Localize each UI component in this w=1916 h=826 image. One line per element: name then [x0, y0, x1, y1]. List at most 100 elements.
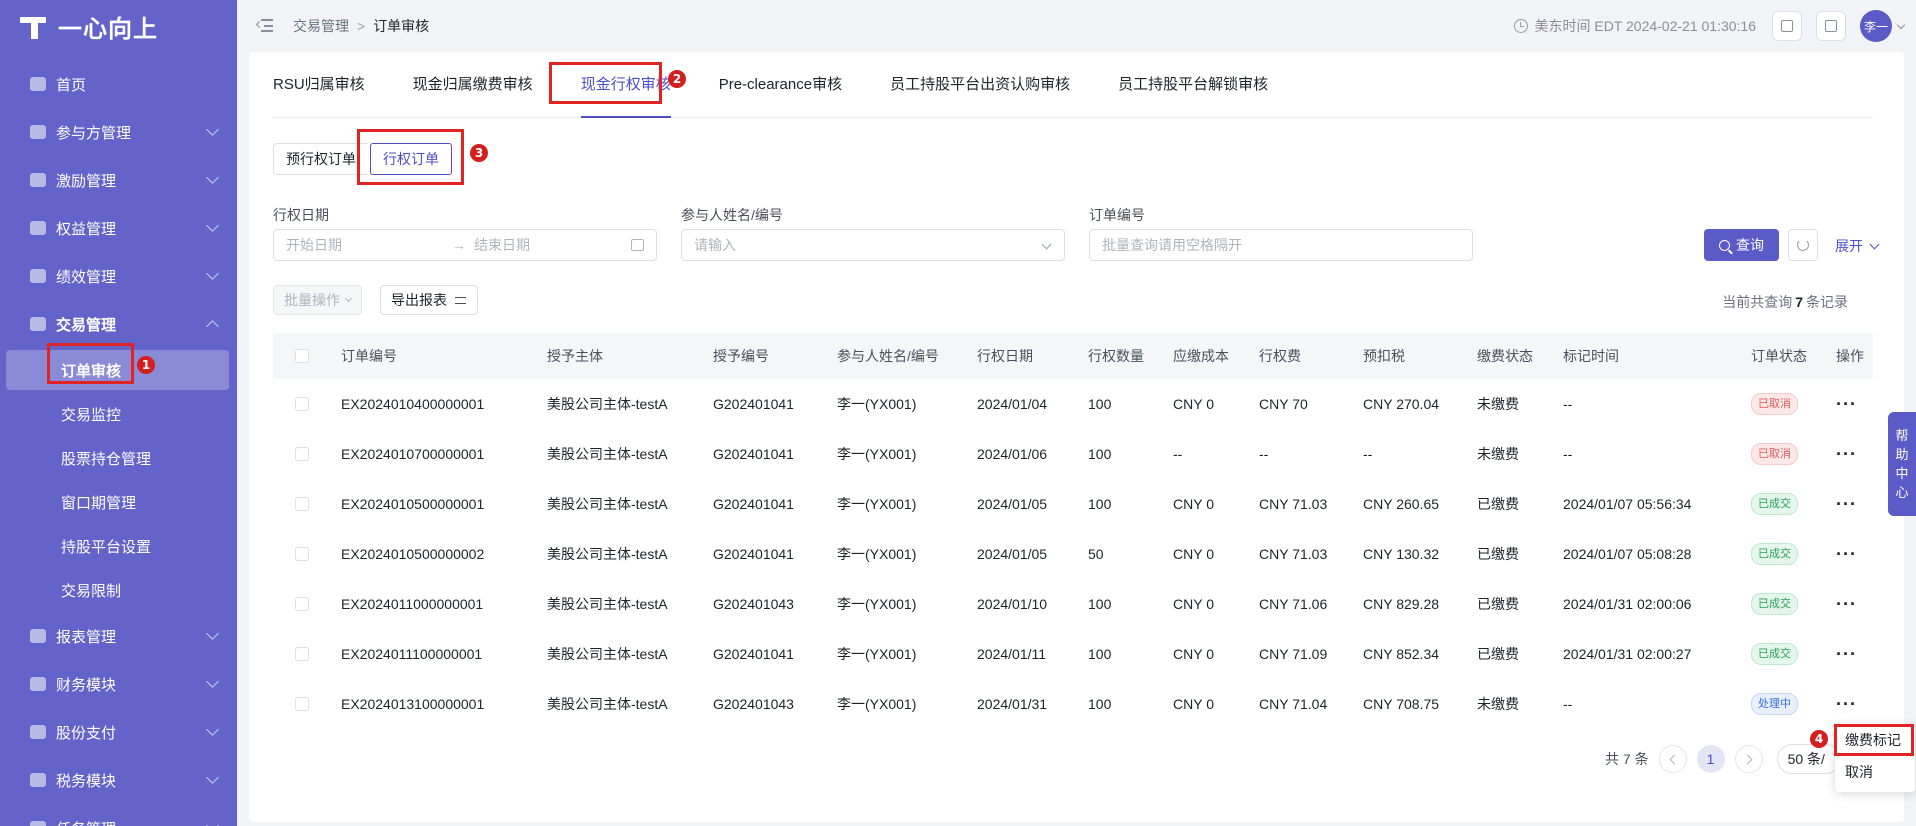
batch-label: 批量操作: [284, 292, 340, 308]
column-header: 标记时间: [1563, 348, 1619, 364]
orders-table: 订单编号 授予主体 授予编号 参与人姓名/编号 行权日期 行权数量 应缴成本 行…: [273, 333, 1873, 729]
chevron-down-icon: [1869, 239, 1880, 249]
table-cell: G202401041: [713, 546, 794, 562]
row-checkbox[interactable]: [295, 697, 309, 711]
sidebar-item-tax[interactable]: 税务模块: [0, 756, 237, 804]
query-button[interactable]: 查询: [1704, 229, 1779, 261]
column-header: 行权费: [1259, 348, 1301, 364]
more-actions-icon[interactable]: ···: [1836, 695, 1866, 713]
sidebar-subitem-window[interactable]: 窗口期管理: [0, 480, 237, 524]
help-center-tab[interactable]: 帮 助 中 心: [1888, 412, 1916, 516]
sidebar-item-label: 激励管理: [56, 172, 117, 190]
next-page-button[interactable]: [1734, 745, 1763, 773]
export-report-button[interactable]: 导出报表: [380, 285, 478, 315]
more-actions-icon[interactable]: ···: [1836, 495, 1866, 513]
home-icon: [28, 74, 48, 94]
status-badge: 已成交: [1751, 493, 1798, 515]
sidebar-subitem-platform[interactable]: 持股平台设置: [0, 524, 237, 568]
table-row: EX2024013100000001 美股公司主体-testA G202401043…: [273, 679, 1873, 729]
export-label: 导出报表: [391, 292, 447, 308]
more-actions-icon[interactable]: ···: [1836, 595, 1866, 613]
more-actions-icon[interactable]: ···: [1836, 445, 1866, 463]
table-cell: CNY 0: [1173, 696, 1214, 712]
page-size-select[interactable]: 50 条/页: [1776, 744, 1841, 774]
column-header: 行权日期: [977, 348, 1033, 364]
users-icon: [28, 122, 48, 142]
clipboard-icon: [1781, 20, 1793, 32]
table-cell: --: [1563, 396, 1573, 412]
batch-operation-button[interactable]: 批量操作: [273, 285, 362, 315]
order-number-input[interactable]: 批量查询请用空格隔开: [1089, 229, 1473, 261]
sidebar-item-home[interactable]: 首页: [0, 60, 237, 108]
query-label: 查询: [1736, 237, 1764, 253]
sidebar-item-label: 参与方管理: [56, 124, 132, 142]
column-header: 缴费状态: [1477, 348, 1533, 364]
collapse-menu-icon[interactable]: [255, 19, 273, 33]
pagination: 共 7 条 1 50 条/页: [1605, 744, 1841, 774]
sidebar-subitem-limits[interactable]: 交易限制: [0, 568, 237, 612]
menu-item-cancel[interactable]: 取消: [1835, 756, 1915, 788]
row-checkbox[interactable]: [295, 547, 309, 561]
tab-cash-vesting[interactable]: 现金归属缴费审核: [413, 52, 533, 118]
tab-rsu-vesting[interactable]: RSU归属审核: [273, 52, 365, 118]
tab-pre-clearance[interactable]: Pre-clearance审核: [719, 52, 842, 118]
prev-page-button[interactable]: [1658, 745, 1687, 773]
file-icon: [1825, 20, 1837, 32]
logo[interactable]: 一心向上: [0, 0, 237, 52]
sidebar-item-participants[interactable]: 参与方管理: [0, 108, 237, 156]
more-actions-icon[interactable]: ···: [1836, 395, 1866, 413]
more-actions-icon[interactable]: ···: [1836, 645, 1866, 663]
more-actions-icon[interactable]: ···: [1836, 545, 1866, 563]
record-count: 当前共查询 7 条记录: [1722, 292, 1848, 312]
sidebar-subitem-trade-monitor[interactable]: 交易监控: [0, 392, 237, 436]
participant-placeholder: 请输入: [694, 237, 736, 253]
page-number-button[interactable]: 1: [1696, 745, 1725, 773]
sidebar-item-share-payment[interactable]: 股份支付: [0, 708, 237, 756]
row-checkbox[interactable]: [295, 497, 309, 511]
sidebar-item-tasks[interactable]: 任务管理: [0, 804, 237, 826]
sidebar-subitem-holdings[interactable]: 股票持仓管理: [0, 436, 237, 480]
table-cell: CNY 708.75: [1363, 696, 1440, 712]
table-cell: 2024/01/04: [977, 396, 1048, 412]
chevron-down-icon[interactable]: [1896, 20, 1906, 29]
row-checkbox[interactable]: [295, 447, 309, 461]
count-value: 7: [1795, 294, 1803, 310]
highlight-box-mark-paid: [1834, 724, 1914, 756]
breadcrumb-item[interactable]: 交易管理: [293, 16, 349, 36]
sidebar-item-reports[interactable]: 报表管理: [0, 612, 237, 660]
column-header: 操作: [1836, 348, 1864, 364]
search-icon: [1719, 239, 1730, 251]
table-cell: 美股公司主体-testA: [547, 646, 668, 662]
download-button[interactable]: [1816, 11, 1846, 41]
tab-platform-subscription[interactable]: 员工持股平台出资认购审核: [890, 52, 1070, 118]
avatar[interactable]: 李一: [1860, 10, 1892, 42]
table-cell: CNY 70: [1259, 396, 1308, 412]
table-cell: 已成交: [1751, 593, 1836, 615]
table-cell: 李一(YX001): [837, 546, 917, 562]
date-range-input[interactable]: 开始日期 → 结束日期: [273, 229, 657, 261]
expand-filters-link[interactable]: 展开: [1835, 236, 1880, 256]
row-checkbox[interactable]: [295, 597, 309, 611]
participant-select[interactable]: 请输入: [681, 229, 1065, 261]
sidebar-item-performance[interactable]: 绩效管理: [0, 252, 237, 300]
sidebar-item-equity[interactable]: 权益管理: [0, 204, 237, 252]
chevron-down-icon: [206, 219, 219, 232]
sidebar-item-label: 权益管理: [56, 220, 117, 238]
table-cell: CNY 0: [1173, 396, 1214, 412]
chevron-up-icon: [206, 320, 219, 333]
reset-button[interactable]: [1788, 229, 1818, 261]
sidebar-item-trade[interactable]: 交易管理: [0, 300, 237, 348]
row-checkbox[interactable]: [295, 397, 309, 411]
table-cell: 已取消: [1751, 393, 1836, 415]
table-cell: CNY 0: [1173, 496, 1214, 512]
pre-exercise-order-button[interactable]: 预行权订单: [273, 143, 368, 175]
tab-platform-unlock[interactable]: 员工持股平台解锁审核: [1118, 52, 1268, 118]
sidebar-item-incentive[interactable]: 激励管理: [0, 156, 237, 204]
select-all-checkbox[interactable]: [295, 349, 309, 363]
table-cell: 已成交: [1751, 643, 1836, 665]
help-char: 帮: [1895, 428, 1909, 443]
sidebar-item-finance[interactable]: 财务模块: [0, 660, 237, 708]
task-button[interactable]: [1772, 11, 1802, 41]
row-checkbox[interactable]: [295, 647, 309, 661]
table-cell: 2024/01/11: [977, 646, 1047, 662]
